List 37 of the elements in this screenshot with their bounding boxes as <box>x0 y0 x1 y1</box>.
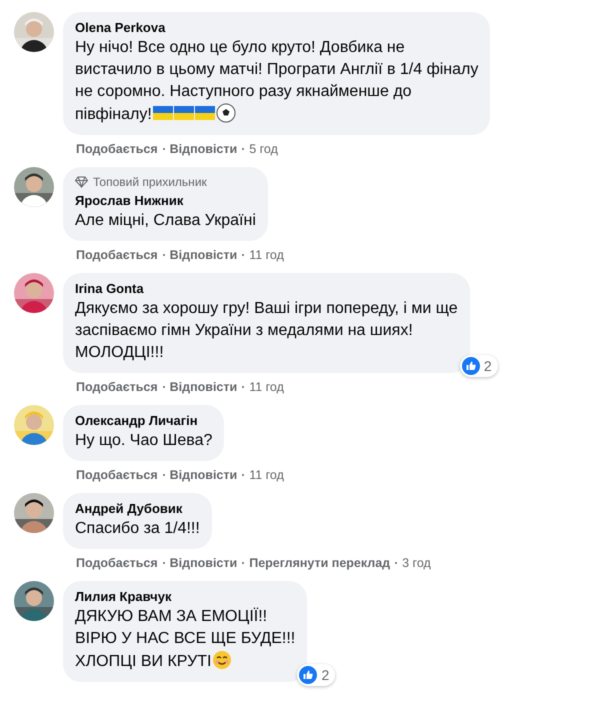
comment-text: Ну нічо! Все одно це було круто! Довбика не вистачило в цьому матчі! Програти Англії в 1/4 фіналу не соромно. Наступного разу якнайменше до півфіналу! <box>75 38 478 125</box>
comment-text: ДЯКУЮ ВАМ ЗА ЕМОЦІЇ!! ВІРЮ У НАС ВСЕ ЩЕ БУДЕ!!! ХЛОПЦІ ВИ КРУТІ <box>75 606 296 672</box>
author-name[interactable]: Андрей Дубовик <box>75 501 200 516</box>
reaction-count[interactable]: 2 <box>460 355 498 377</box>
action-link[interactable]: Відповісти <box>170 142 238 156</box>
action-link[interactable]: Подобається <box>76 142 158 156</box>
action-link[interactable]: Відповісти <box>170 248 238 262</box>
timestamp: 11 год <box>249 380 284 394</box>
flag-icon <box>194 103 215 123</box>
comment-text: Ну що. Чао Шева? <box>75 431 212 451</box>
diamond-icon <box>75 176 88 188</box>
comment-text: Але міцні, Слава Україні <box>75 211 256 231</box>
smile-icon <box>212 650 232 670</box>
timestamp: 11 год <box>249 468 284 482</box>
author-name[interactable]: Olena Perkova <box>75 20 478 35</box>
reaction-count[interactable]: 2 <box>297 664 336 686</box>
ball-icon <box>216 103 236 123</box>
badge-label: Топовий прихильник <box>93 175 207 189</box>
author-name[interactable]: Лилия Кравчук <box>75 589 296 604</box>
flag-icon <box>174 103 194 123</box>
timestamp: 5 год <box>249 142 278 156</box>
action-link[interactable]: Подобається <box>76 380 158 394</box>
action-link[interactable]: Відповісти <box>170 556 238 570</box>
action-link[interactable]: Подобається <box>76 468 158 482</box>
flag-icon <box>152 103 173 123</box>
comment-text: Спасибо за 1/4!!! <box>75 519 200 539</box>
comment-text: Дякуємо за хорошу гру! Ваші ігри попереду, і ми ще заспіваємо гімн України з медалями на шиях! МОЛОДЦІ!!! <box>75 299 458 363</box>
timestamp: 3 год <box>402 556 431 570</box>
action-link[interactable]: Переглянути переклад <box>249 556 390 570</box>
action-link[interactable]: Подобається <box>76 556 158 570</box>
author-name[interactable]: Ярослав Нижник <box>75 193 256 208</box>
timestamp: 11 год <box>249 248 284 262</box>
action-link[interactable]: Відповісти <box>170 380 238 394</box>
author-name[interactable]: Irina Gonta <box>75 281 458 296</box>
action-link[interactable]: Подобається <box>76 248 158 262</box>
action-link[interactable]: Відповісти <box>170 468 238 482</box>
author-name[interactable]: Олександр Личагін <box>75 413 212 428</box>
